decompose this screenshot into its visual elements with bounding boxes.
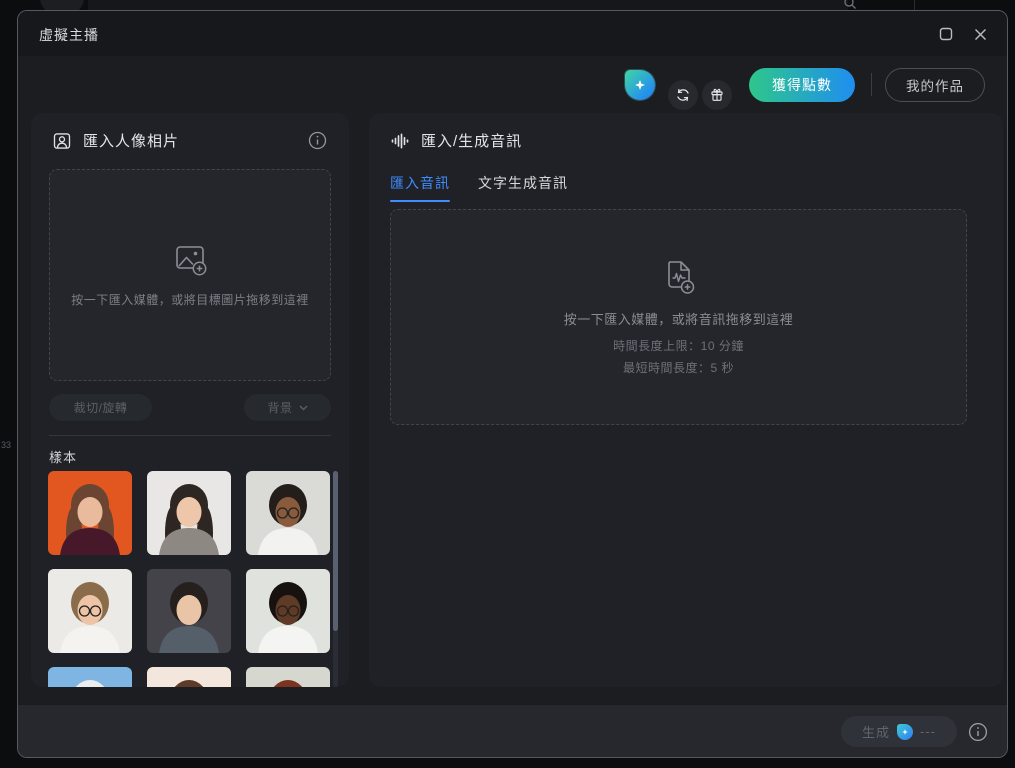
info-icon xyxy=(968,722,988,742)
sample-portrait[interactable] xyxy=(48,667,132,687)
sparkle-star-icon xyxy=(633,78,647,92)
audio-panel-title: 匯入/生成音訊 xyxy=(421,130,522,151)
chevron-down-icon xyxy=(299,405,308,411)
audio-max-duration: 時間長度上限：10 分鐘 xyxy=(613,337,744,354)
photo-dropzone-text: 按一下匯入媒體，或將目標圖片拖移到這裡 xyxy=(71,291,309,308)
samples-scrollbar-track[interactable] xyxy=(333,471,338,687)
maximize-button[interactable] xyxy=(935,23,957,45)
sample-portrait[interactable] xyxy=(48,471,132,555)
info-icon xyxy=(308,131,327,150)
sparkle-star-icon xyxy=(901,728,909,736)
credits-badge[interactable] xyxy=(625,70,655,100)
audio-panel: 匯入/生成音訊 匯入音訊 文字生成音訊 按一下匯入媒體，或將音訊拖移到這裡 時間… xyxy=(369,113,1003,687)
audio-min-duration: 最短時間長度：5 秒 xyxy=(623,359,734,376)
gift-icon xyxy=(709,87,725,103)
search-icon xyxy=(843,0,857,10)
backdrop-strip xyxy=(88,0,848,10)
backdrop-divider xyxy=(914,0,915,10)
my-works-button[interactable]: 我的作品 xyxy=(885,68,985,102)
credit-cost-icon xyxy=(897,724,913,740)
audio-panel-header: 匯入/生成音訊 xyxy=(390,130,522,151)
portrait-info-button[interactable] xyxy=(308,131,327,155)
dialog-titlebar: 虛擬主播 xyxy=(18,11,1007,56)
dialog-footer: 生成 --- xyxy=(18,704,1007,757)
backdrop-timeline-number: 33 xyxy=(1,440,11,450)
generate-button-label: 生成 xyxy=(862,722,890,741)
audio-dropzone[interactable]: 按一下匯入媒體，或將音訊拖移到這裡 時間長度上限：10 分鐘 最短時間長度：5 … xyxy=(390,209,967,425)
portrait-card-icon xyxy=(52,131,72,151)
tab-import-audio[interactable]: 匯入音訊 xyxy=(390,173,450,202)
photo-dropzone[interactable]: 按一下匯入媒體，或將目標圖片拖移到這裡 xyxy=(49,169,331,381)
portrait-panel-title: 匯入人像相片 xyxy=(83,130,179,151)
refresh-icon xyxy=(675,87,691,103)
portrait-panel-header: 匯入人像相片 xyxy=(52,130,179,151)
screen: 33 虛擬主播 xyxy=(0,0,1015,768)
sample-portrait[interactable] xyxy=(147,569,231,653)
import-portrait-panel: 匯入人像相片 按一下匯入媒體，或將目標圖片拖移到這裡 xyxy=(31,113,349,687)
sample-portrait[interactable] xyxy=(147,667,231,687)
sample-portrait[interactable] xyxy=(246,667,330,687)
generate-button[interactable]: 生成 --- xyxy=(841,716,957,747)
sample-portrait[interactable] xyxy=(246,471,330,555)
audio-dropzone-text: 按一下匯入媒體，或將音訊拖移到這裡 xyxy=(564,309,794,328)
samples-label: 樣本 xyxy=(49,447,77,466)
dialog-title: 虛擬主播 xyxy=(39,25,99,45)
audio-tabs: 匯入音訊 文字生成音訊 xyxy=(390,173,568,202)
background-button-label: 背景 xyxy=(267,399,292,416)
virtual-anchor-dialog: 虛擬主播 xyxy=(17,10,1008,758)
credit-cost-value: --- xyxy=(920,724,936,739)
tab-text-to-audio[interactable]: 文字生成音訊 xyxy=(478,173,568,202)
image-plus-icon xyxy=(172,243,208,277)
samples-scrollbar-thumb[interactable] xyxy=(333,471,338,631)
panel-divider xyxy=(49,435,331,436)
sample-portrait[interactable] xyxy=(147,471,231,555)
maximize-icon xyxy=(938,26,954,42)
topbar-divider xyxy=(871,73,872,96)
get-credits-button[interactable]: 獲得點數 xyxy=(749,68,855,102)
footer-info-button[interactable] xyxy=(968,722,988,747)
close-button[interactable] xyxy=(969,23,991,45)
refresh-button[interactable] xyxy=(668,80,698,110)
waveform-icon xyxy=(390,131,410,151)
close-icon xyxy=(973,27,988,42)
sample-portrait[interactable] xyxy=(48,569,132,653)
gift-button[interactable] xyxy=(702,80,732,110)
background-button[interactable]: 背景 xyxy=(244,394,331,421)
crop-rotate-button[interactable]: 裁切/旋轉 xyxy=(49,394,152,421)
audio-file-plus-icon xyxy=(662,259,696,295)
sample-portrait[interactable] xyxy=(246,569,330,653)
